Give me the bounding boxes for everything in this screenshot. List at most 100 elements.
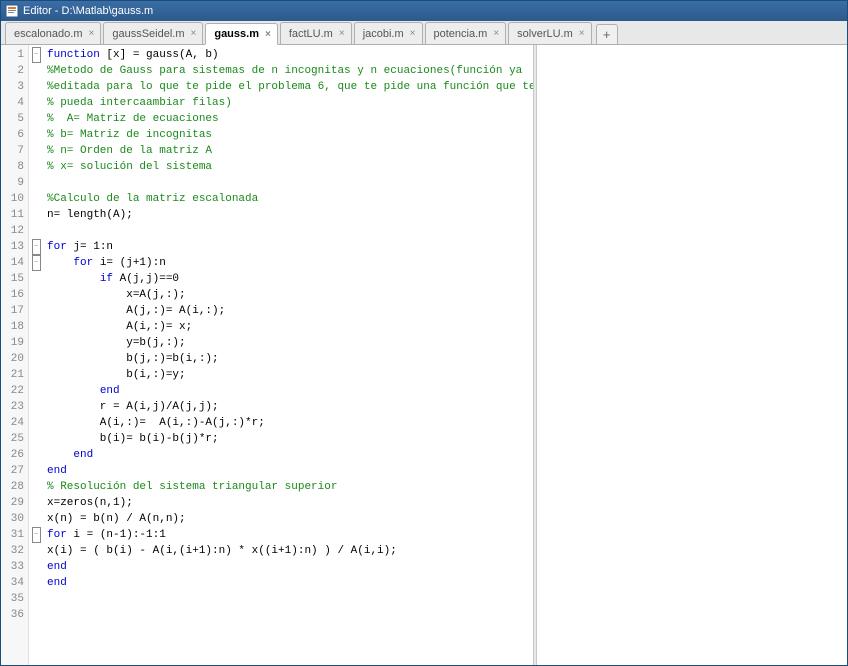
text-token [47, 257, 73, 269]
code-line[interactable]: %editada para lo que te pide el problema… [47, 79, 533, 95]
tab-factLU-m[interactable]: factLU.m× [280, 22, 352, 44]
code-line[interactable]: A(j,:)= A(i,:); [47, 303, 533, 319]
fold-minus-icon[interactable]: − [32, 255, 41, 271]
close-icon[interactable]: × [410, 28, 416, 39]
fold-marker [29, 143, 43, 159]
text-token: b(i,:)=y; [47, 369, 186, 381]
code-line[interactable]: b(j,:)=b(i,:); [47, 351, 533, 367]
tab-label: potencia.m [434, 28, 488, 40]
line-number: 6 [1, 127, 24, 143]
fold-minus-icon[interactable]: − [32, 239, 41, 255]
code-line[interactable]: % A= Matriz de ecuaciones [47, 111, 533, 127]
code-line[interactable]: b(i)= b(i)-b(j)*r; [47, 431, 533, 447]
text-token [47, 273, 100, 285]
code-line[interactable]: r = A(i,j)/A(j,j); [47, 399, 533, 415]
code-line[interactable]: x=A(j,:); [47, 287, 533, 303]
code-line[interactable]: x=zeros(n,1); [47, 495, 533, 511]
fold-marker [29, 127, 43, 143]
fold-marker [29, 463, 43, 479]
line-number: 11 [1, 207, 24, 223]
line-number: 16 [1, 287, 24, 303]
line-number: 29 [1, 495, 24, 511]
line-number: 19 [1, 335, 24, 351]
close-icon[interactable]: × [493, 28, 499, 39]
text-token: x=zeros(n,1); [47, 497, 133, 509]
code-line[interactable] [47, 223, 533, 239]
fold-marker [29, 511, 43, 527]
line-number: 25 [1, 431, 24, 447]
tab-solverLU-m[interactable]: solverLU.m × [508, 22, 591, 44]
text-token [47, 385, 100, 397]
line-number: 22 [1, 383, 24, 399]
fold-marker[interactable]: − [29, 527, 43, 543]
close-icon[interactable]: × [339, 28, 345, 39]
code-line[interactable] [47, 607, 533, 623]
line-number: 21 [1, 367, 24, 383]
code-line[interactable]: % n= Orden de la matriz A [47, 143, 533, 159]
tab-label: solverLU.m [517, 28, 573, 40]
code-line[interactable]: % Resolución del sistema triangular supe… [47, 479, 533, 495]
code-line[interactable] [47, 591, 533, 607]
fold-marker[interactable]: − [29, 239, 43, 255]
comment-token: %Calculo de la matriz escalonada [47, 193, 258, 205]
tab-potencia-m[interactable]: potencia.m × [425, 22, 507, 44]
code-line[interactable]: end [47, 463, 533, 479]
code-line[interactable]: % b= Matriz de incognitas [47, 127, 533, 143]
tab-strip: escalonado.m×gaussSeidel.m×gauss.m×factL… [1, 21, 847, 45]
code-line[interactable]: for i= (j+1):n [47, 255, 533, 271]
fold-marker [29, 607, 43, 623]
code-line[interactable]: %Metodo de Gauss para sistemas de n inco… [47, 63, 533, 79]
tab-label: escalonado.m [14, 28, 83, 40]
code-line[interactable]: b(i,:)=y; [47, 367, 533, 383]
line-number: 2 [1, 63, 24, 79]
add-tab-button[interactable]: + [596, 24, 618, 44]
line-number: 18 [1, 319, 24, 335]
close-icon[interactable]: × [265, 29, 271, 40]
code-pane[interactable]: function [x] = gauss(A, b)%Metodo de Gau… [43, 45, 533, 665]
fold-marker [29, 271, 43, 287]
tab-label: jacobi.m [363, 28, 404, 40]
fold-minus-icon[interactable]: − [32, 527, 41, 543]
comment-token: % b= Matriz de incognitas [47, 129, 212, 141]
code-line[interactable]: end [47, 447, 533, 463]
code-line[interactable]: end [47, 559, 533, 575]
code-line[interactable]: if A(j,j)==0 [47, 271, 533, 287]
code-line[interactable]: x(i) = ( b(i) - A(i,(i+1):n) * x((i+1):n… [47, 543, 533, 559]
title-bar: Editor - D:\Matlab\gauss.m [1, 1, 847, 21]
keyword-token: end [73, 449, 93, 461]
tab-gaussSeidel-m[interactable]: gaussSeidel.m× [103, 22, 203, 44]
code-line[interactable]: A(i,:)= A(i,:)-A(j,:)*r; [47, 415, 533, 431]
line-number: 35 [1, 591, 24, 607]
code-line[interactable]: n= length(A); [47, 207, 533, 223]
code-line[interactable]: x(n) = b(n) / A(n,n); [47, 511, 533, 527]
line-number: 13 [1, 239, 24, 255]
close-icon[interactable]: × [191, 28, 197, 39]
text-token: j= 1:n [67, 241, 113, 253]
close-icon[interactable]: × [89, 28, 95, 39]
line-number: 7 [1, 143, 24, 159]
line-number: 24 [1, 415, 24, 431]
fold-minus-icon[interactable]: − [32, 47, 41, 63]
fold-marker [29, 223, 43, 239]
code-line[interactable]: %Calculo de la matriz escalonada [47, 191, 533, 207]
fold-marker [29, 383, 43, 399]
code-line[interactable]: y=b(j,:); [47, 335, 533, 351]
fold-marker [29, 575, 43, 591]
code-line[interactable] [47, 175, 533, 191]
close-icon[interactable]: × [579, 28, 585, 39]
line-number: 23 [1, 399, 24, 415]
tab-jacobi-m[interactable]: jacobi.m × [354, 22, 423, 44]
fold-marker[interactable]: − [29, 255, 43, 271]
fold-marker[interactable]: − [29, 47, 43, 63]
tab-gauss-m[interactable]: gauss.m× [205, 23, 277, 45]
line-number: 27 [1, 463, 24, 479]
code-line[interactable]: for j= 1:n [47, 239, 533, 255]
code-line[interactable]: end [47, 383, 533, 399]
code-line[interactable]: for i = (n-1):-1:1 [47, 527, 533, 543]
code-line[interactable]: A(i,:)= x; [47, 319, 533, 335]
tab-escalonado-m[interactable]: escalonado.m × [5, 22, 101, 44]
code-line[interactable]: end [47, 575, 533, 591]
code-line[interactable]: % pueda intercaambiar filas) [47, 95, 533, 111]
code-line[interactable]: % x= solución del sistema [47, 159, 533, 175]
code-line[interactable]: function [x] = gauss(A, b) [47, 47, 533, 63]
